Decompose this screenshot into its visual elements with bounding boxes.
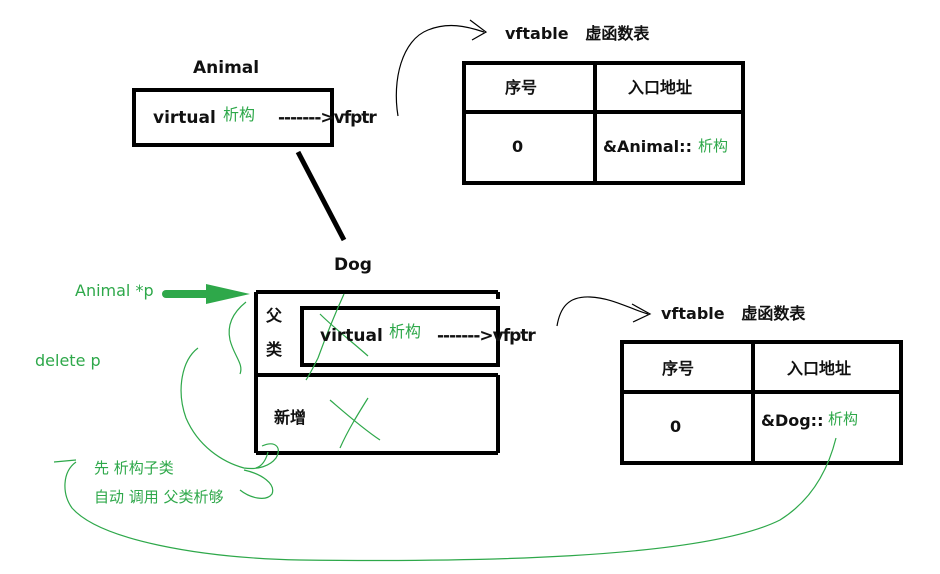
- dog-parent-label-top: 父: [266, 306, 283, 325]
- dog-vftable-title: vftable 虚函数表: [661, 304, 806, 323]
- note-delete: delete p: [35, 351, 101, 370]
- animal-dtor-label: 析构: [223, 105, 256, 124]
- dog-parent-label-bottom: 类: [266, 340, 283, 359]
- flow-long-tick: [53, 459, 77, 463]
- dog-vftable-entry-header: 入口地址: [787, 359, 852, 378]
- animal-class-title: Animal: [193, 58, 260, 78]
- animal-vftable-entry-header: 入口地址: [628, 78, 693, 97]
- animal-vfptr-curve: [395, 24, 485, 117]
- animal-vftable-row-index: 0: [512, 137, 524, 156]
- dog-vftable-row-index: 0: [670, 417, 682, 436]
- inheritance-line: [295, 150, 347, 242]
- dog-vftable-row-dtor: 析构: [828, 410, 859, 428]
- flow-to-auto: [239, 469, 274, 499]
- animal-vfptr-label: ------->vfptr: [278, 108, 377, 128]
- animal-vftable-row-entry: &Animal::: [603, 137, 692, 156]
- note-auto-parent-dtor: 自动 调用 父类析够: [94, 488, 224, 506]
- pointer-arrow-head: [206, 284, 250, 304]
- dog-vftable-index-header: 序号: [662, 359, 695, 378]
- dog-dtor-label: 析构: [389, 322, 422, 341]
- dog-vftable-row-entry: &Dog::: [761, 411, 824, 430]
- note-first-child-dtor: 先 析构子类: [94, 459, 174, 477]
- animal-vftable-index-header: 序号: [505, 78, 538, 97]
- dog-box: [254, 290, 500, 455]
- animal-virtual-label: virtual: [153, 108, 216, 128]
- animal-vftable-title: vftable 虚函数表: [505, 24, 650, 43]
- flow-to-first: [180, 347, 279, 470]
- dog-vfptr-label: ------->vfptr: [437, 326, 536, 346]
- animal-vftable-row-dtor: 析构: [698, 137, 729, 155]
- dog-new-members-label: 新增: [274, 408, 307, 427]
- strike-new-2: [339, 397, 369, 449]
- note-pointer: Animal *p: [75, 281, 154, 300]
- dog-class-title: Dog: [334, 255, 372, 275]
- squiggle-left: [228, 301, 247, 375]
- diagram-canvas: Animal virtual 析构 ------->vfptr vftable …: [0, 0, 940, 574]
- dog-virtual-label: virtual: [320, 326, 383, 346]
- dog-vfptr-arrowhead: [631, 303, 652, 323]
